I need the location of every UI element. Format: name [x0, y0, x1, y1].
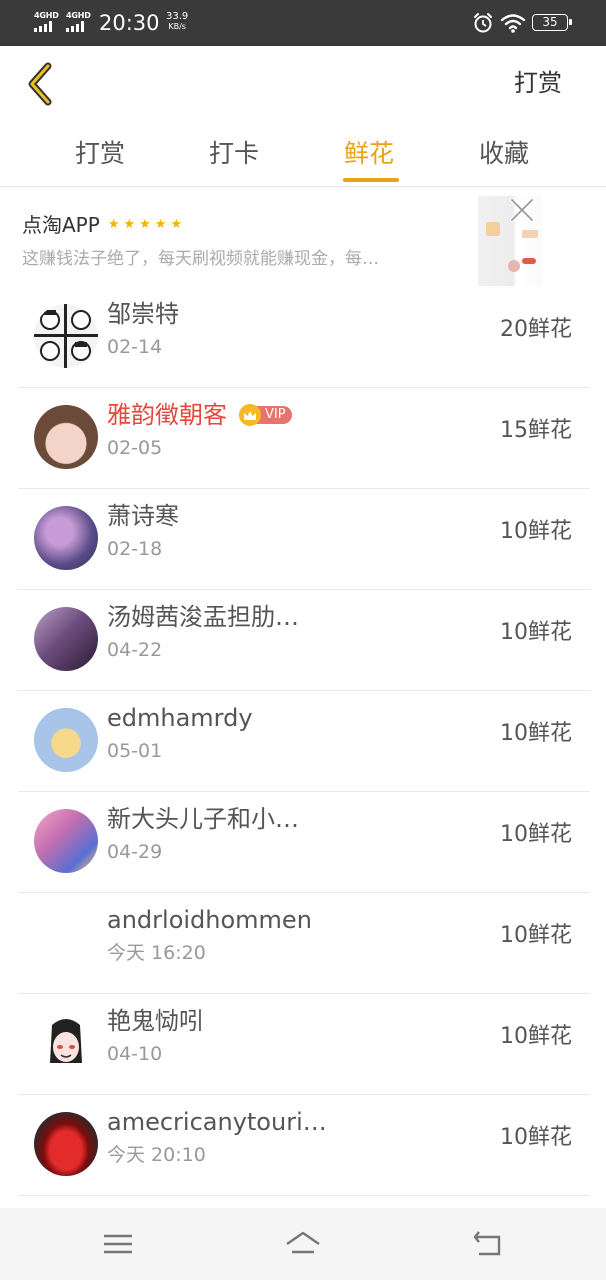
list-item[interactable]: edmhamrdy 05-01 10鲜花 [18, 691, 590, 792]
avatar [34, 607, 98, 671]
avatar [34, 304, 98, 368]
wifi-icon [500, 14, 526, 33]
gift-date: 今天 16:20 [107, 942, 206, 964]
avatar [34, 506, 98, 570]
tab-reward[interactable]: 打赏 [75, 136, 125, 172]
alarm-icon [474, 13, 492, 33]
user-name: andrloidhommen [107, 906, 312, 934]
signal-bars-icon [66, 21, 84, 32]
list-item[interactable]: 汤姆茜浚盂担肋… 04-22 10鲜花 [18, 590, 590, 691]
list-item[interactable]: 艳鬼恸吲 04-10 10鲜花 [18, 994, 590, 1095]
menu-icon[interactable] [98, 1226, 138, 1262]
gift-date: 02-18 [107, 538, 163, 560]
flower-gift-list: 邹崇特 02-14 20鲜花 雅韵徵朝客 VIP 02-05 15鲜花 萧诗寒 … [18, 287, 590, 1196]
list-item[interactable]: 萧诗寒 02-18 10鲜花 [18, 489, 590, 590]
signal-2: 4GHD [66, 12, 91, 32]
star-icon: ★ [123, 217, 136, 232]
flower-count: 15鲜花 [500, 418, 572, 443]
gift-date: 02-14 [107, 336, 163, 358]
gift-date: 05-01 [107, 740, 163, 762]
list-item[interactable]: 邹崇特 02-14 20鲜花 [18, 287, 590, 388]
tab-checkin[interactable]: 打卡 [209, 136, 259, 172]
back-icon[interactable] [467, 1226, 507, 1262]
tab-flowers[interactable]: 鲜花 [344, 136, 394, 172]
avatar [34, 405, 98, 469]
network-type-label: 4GHD [66, 11, 91, 20]
speed-value: 33.9 [166, 11, 189, 22]
ad-title: 点淘APP [22, 213, 100, 237]
system-navigation-bar [0, 1208, 606, 1280]
avatar [34, 910, 98, 974]
flower-count: 10鲜花 [500, 620, 572, 645]
gift-date: 04-22 [107, 639, 163, 661]
avatar [34, 1011, 98, 1075]
flower-count: 10鲜花 [500, 519, 572, 544]
gift-date: 04-29 [107, 841, 163, 863]
star-icon: ★ [139, 217, 151, 232]
flower-count: 10鲜花 [500, 822, 572, 847]
vip-badge: VIP [239, 404, 292, 426]
user-name: 雅韵徵朝客 [107, 401, 227, 429]
signal-bars-icon [34, 21, 52, 32]
rating-stars: ★ ★ ★ ★ ★ [108, 211, 182, 239]
status-bar: 4GHD 4GHD 20:30 33.9 KB/s 35 [0, 0, 606, 46]
flower-count: 10鲜花 [500, 721, 572, 746]
star-icon: ★ [170, 217, 183, 232]
star-icon: ★ [154, 217, 167, 232]
user-name: 萧诗寒 [107, 502, 179, 530]
flower-count: 10鲜花 [500, 1125, 572, 1150]
close-icon[interactable] [508, 196, 536, 224]
active-tab-indicator [343, 178, 399, 182]
avatar [34, 1112, 98, 1176]
user-name: 新大头儿子和小… [107, 805, 299, 833]
user-name: 汤姆茜浚盂担肋… [107, 603, 299, 631]
crown-icon [239, 404, 261, 426]
ad-banner[interactable]: 点淘APP ★ ★ ★ ★ ★ [22, 211, 182, 239]
home-icon[interactable] [283, 1226, 323, 1262]
flower-count: 20鲜花 [500, 317, 572, 342]
user-name: 艳鬼恸吲 [107, 1007, 203, 1035]
chevron-left-icon[interactable] [22, 60, 58, 108]
gift-date: 02-05 [107, 437, 163, 459]
avatar [34, 809, 98, 873]
ad-description: 这赚钱法子绝了，每天刷视频就能赚现金，每… [22, 249, 379, 269]
user-name: 邹崇特 [107, 300, 179, 328]
tab-favorites[interactable]: 收藏 [479, 136, 529, 172]
gift-date: 今天 20:10 [107, 1144, 206, 1166]
clock: 20:30 [99, 11, 160, 35]
avatar [34, 708, 98, 772]
user-name: edmhamrdy [107, 704, 253, 732]
flower-count: 10鲜花 [500, 923, 572, 948]
user-name-row: 雅韵徵朝客 VIP [107, 397, 292, 433]
user-name: amecricanytouri… [107, 1108, 327, 1136]
list-item[interactable]: 雅韵徵朝客 VIP 02-05 15鲜花 [18, 388, 590, 489]
signal-1: 4GHD [34, 12, 59, 32]
list-item[interactable]: 新大头儿子和小… 04-29 10鲜花 [18, 792, 590, 893]
network-type-label: 4GHD [34, 11, 59, 20]
speed-unit: KB/s [168, 22, 186, 31]
tab-bar: 打赏 打卡 鲜花 收藏 [0, 130, 606, 187]
list-item[interactable]: amecricanytouri… 今天 20:10 10鲜花 [18, 1095, 590, 1196]
battery-indicator: 35 [532, 14, 572, 31]
star-icon: ★ [107, 217, 120, 232]
network-speed: 33.9 KB/s [166, 12, 188, 32]
gift-date: 04-10 [107, 1043, 163, 1065]
flower-count: 10鲜花 [500, 1024, 572, 1049]
reward-button[interactable]: 打赏 [514, 66, 562, 100]
list-item[interactable]: andrloidhommen 今天 16:20 10鲜花 [18, 893, 590, 994]
